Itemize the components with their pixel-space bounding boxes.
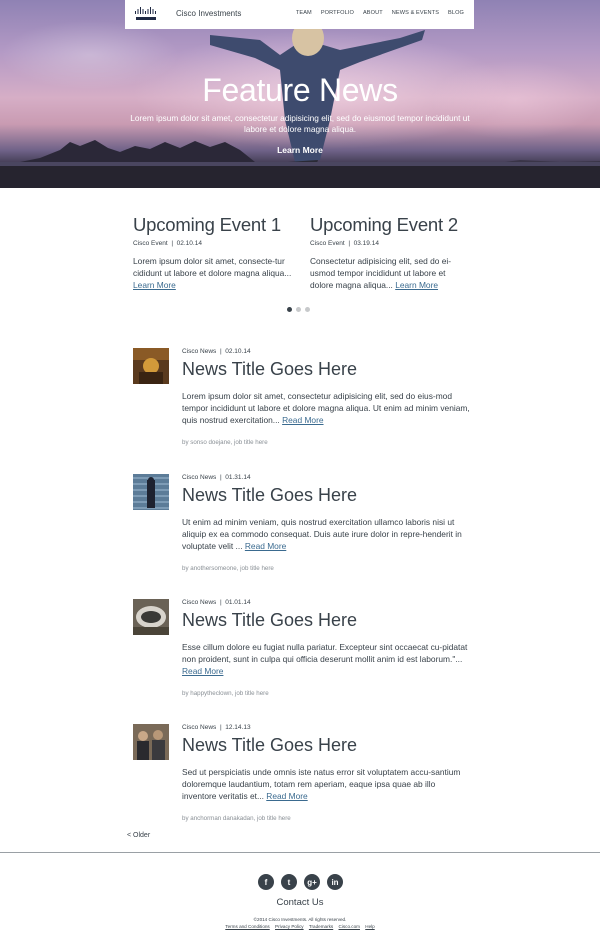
older-posts-link[interactable]: < Older bbox=[127, 832, 150, 839]
googleplus-icon[interactable]: g+ bbox=[304, 874, 320, 890]
event-title[interactable]: Upcoming Event 1 bbox=[133, 214, 293, 236]
event-text: Lorem ipsum dolor sit amet, consecte-tur… bbox=[133, 255, 293, 291]
twitter-icon[interactable]: t bbox=[281, 874, 297, 890]
news-excerpt: Ut enim ad minim veniam, quis nostrud ex… bbox=[182, 516, 472, 552]
news-body: Ut enim ad minim veniam, quis nostrud ex… bbox=[182, 517, 462, 551]
news-byline: by sonso doejane, job title here bbox=[182, 439, 268, 446]
terms-link[interactable]: Terms and Conditions bbox=[225, 924, 269, 929]
news-thumbnail-image[interactable] bbox=[133, 599, 169, 635]
event-source: Cisco Event bbox=[310, 240, 345, 247]
news-byline: by anothersomeone, job title here bbox=[182, 565, 274, 572]
read-more-link[interactable]: Read More bbox=[182, 666, 223, 676]
news-source: Cisco News bbox=[182, 348, 217, 355]
news-title[interactable]: News Title Goes Here bbox=[182, 359, 357, 380]
cisco-logo-icon[interactable] bbox=[134, 7, 158, 22]
news-body: Esse cillum dolore eu fugiat nulla paria… bbox=[182, 642, 468, 664]
event-meta: Cisco Event | 03.19.14 bbox=[310, 240, 470, 247]
hero-subtitle: Lorem ipsum dolor sit amet, consectetur … bbox=[130, 113, 470, 134]
event-body: Lorem ipsum dolor sit amet, consecte-tur… bbox=[133, 256, 292, 278]
news-title[interactable]: News Title Goes Here bbox=[182, 735, 357, 756]
event-text: Consectetur adipisicing elit, sed do ei-… bbox=[310, 255, 470, 291]
read-more-link[interactable]: Read More bbox=[245, 541, 286, 551]
brand-name[interactable]: Cisco Investments bbox=[176, 9, 241, 18]
carousel-dot[interactable] bbox=[287, 307, 292, 312]
news-source: Cisco News bbox=[182, 599, 217, 606]
nav-link-team[interactable]: TEAM bbox=[296, 10, 312, 16]
news-title[interactable]: News Title Goes Here bbox=[182, 610, 357, 631]
legal-links: Terms and Conditions Privacy Policy Trad… bbox=[0, 924, 600, 929]
news-excerpt: Sed ut perspiciatis unde omnis iste natu… bbox=[182, 766, 472, 802]
hero-learn-more-button[interactable]: Learn More bbox=[0, 145, 600, 155]
social-links: f t g+ in bbox=[258, 874, 343, 890]
nav-link-news-events[interactable]: NEWS & EVENTS bbox=[392, 10, 439, 16]
news-meta: Cisco News | 01.31.14 bbox=[182, 474, 251, 481]
copyright-text: ©2014 Cisco Investments. All rights rese… bbox=[253, 917, 347, 922]
news-meta: Cisco News | 01.01.14 bbox=[182, 599, 251, 606]
nav-link-blog[interactable]: BLOG bbox=[448, 10, 464, 16]
news-body: Lorem ipsum dolor sit amet, consectetur … bbox=[182, 391, 470, 425]
meta-separator: | bbox=[171, 240, 174, 247]
facebook-icon[interactable]: f bbox=[258, 874, 274, 890]
nav-links: TEAM PORTFOLIO ABOUT NEWS & EVENTS BLOG bbox=[296, 10, 464, 16]
learn-more-link[interactable]: Learn More bbox=[133, 280, 176, 290]
meta-separator: | bbox=[348, 240, 351, 247]
news-meta: Cisco News | 02.10.14 bbox=[182, 348, 251, 355]
carousel-dot[interactable] bbox=[296, 307, 301, 312]
event-card: Upcoming Event 1 Cisco Event | 02.10.14 … bbox=[133, 214, 293, 291]
privacy-link[interactable]: Privacy Policy bbox=[275, 924, 304, 929]
event-card: Upcoming Event 2 Cisco Event | 03.19.14 … bbox=[310, 214, 470, 291]
meta-separator: | bbox=[219, 724, 222, 731]
news-title[interactable]: News Title Goes Here bbox=[182, 485, 357, 506]
news-body: Sed ut perspiciatis unde omnis iste natu… bbox=[182, 767, 461, 801]
read-more-link[interactable]: Read More bbox=[266, 791, 307, 801]
news-source: Cisco News bbox=[182, 724, 217, 731]
hero-title: Feature News bbox=[202, 72, 398, 108]
news-byline: by anchorman danakadan, job title here bbox=[182, 815, 291, 822]
contact-us-link[interactable]: Contact Us bbox=[0, 897, 600, 908]
nav-link-portfolio[interactable]: PORTFOLIO bbox=[321, 10, 354, 16]
news-date: 02.10.14 bbox=[225, 348, 251, 355]
trademarks-link[interactable]: Trademarks bbox=[309, 924, 333, 929]
help-link[interactable]: Help bbox=[365, 924, 374, 929]
read-more-link[interactable]: Read More bbox=[282, 415, 323, 425]
news-thumbnail-image[interactable] bbox=[133, 724, 169, 760]
footer-divider bbox=[0, 852, 600, 853]
event-source: Cisco Event bbox=[133, 240, 168, 247]
learn-more-link[interactable]: Learn More bbox=[395, 280, 438, 290]
news-excerpt: Lorem ipsum dolor sit amet, consectetur … bbox=[182, 390, 472, 426]
news-byline: by happytheclown, job title here bbox=[182, 690, 269, 697]
event-title[interactable]: Upcoming Event 2 bbox=[310, 214, 470, 236]
news-thumbnail-image[interactable] bbox=[133, 474, 169, 510]
top-navbar: Cisco Investments TEAM PORTFOLIO ABOUT N… bbox=[125, 0, 474, 29]
carousel-dot[interactable] bbox=[305, 307, 310, 312]
news-meta: Cisco News | 12.14.13 bbox=[182, 724, 251, 731]
news-date: 01.31.14 bbox=[225, 474, 251, 481]
linkedin-icon[interactable]: in bbox=[327, 874, 343, 890]
news-date: 01.01.14 bbox=[225, 599, 251, 606]
event-date: 02.10.14 bbox=[176, 240, 202, 247]
meta-separator: | bbox=[219, 348, 222, 355]
event-meta: Cisco Event | 02.10.14 bbox=[133, 240, 293, 247]
event-date: 03.19.14 bbox=[353, 240, 379, 247]
hero-ground bbox=[0, 166, 600, 188]
nav-link-about[interactable]: ABOUT bbox=[363, 10, 383, 16]
hero-banner: Cisco Investments TEAM PORTFOLIO ABOUT N… bbox=[0, 0, 600, 188]
meta-separator: | bbox=[219, 599, 222, 606]
news-excerpt: Esse cillum dolore eu fugiat nulla paria… bbox=[182, 641, 472, 677]
news-thumbnail-image[interactable] bbox=[133, 348, 169, 384]
carousel-dots bbox=[287, 307, 310, 312]
cisco-com-link[interactable]: Cisco.com bbox=[339, 924, 360, 929]
meta-separator: | bbox=[219, 474, 222, 481]
news-source: Cisco News bbox=[182, 474, 217, 481]
news-date: 12.14.13 bbox=[225, 724, 251, 731]
